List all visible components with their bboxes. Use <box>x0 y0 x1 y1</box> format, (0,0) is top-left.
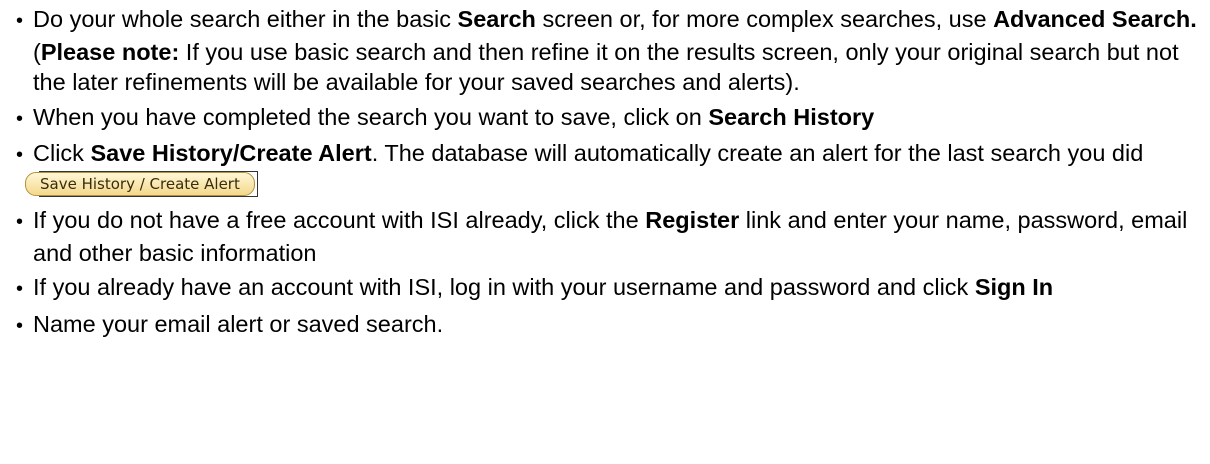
instruction-list: Do your whole search either in the basic… <box>0 4 1205 345</box>
item-text: Do your whole search either in the basic <box>33 6 458 32</box>
item-text: When you have completed the search you w… <box>33 103 709 130</box>
bold-text: Sign In <box>974 274 1054 300</box>
instructions-document: Do your whole search either in the basic… <box>0 0 1210 464</box>
item-text: Name your email alert or saved search. <box>33 310 444 337</box>
save-history-create-alert-label: Save History / Create Alert <box>25 172 255 197</box>
list-item: Name your email alert or saved search. <box>0 309 1205 342</box>
bold-text: Register <box>645 207 740 233</box>
item-text: . The database will automatically create… <box>371 140 1144 166</box>
list-item: When you have completed the search you w… <box>0 102 1205 135</box>
bold-text: Advanced Search. <box>993 6 1197 32</box>
item-text: If you do not have a free account with I… <box>33 207 646 233</box>
bullet-icon <box>16 205 33 238</box>
list-item: Do your whole search either in the basic… <box>0 4 1205 98</box>
save-history-create-alert-button[interactable]: Save History / Create Alert <box>25 171 258 198</box>
item-text: ( <box>33 38 41 65</box>
item-text: If you use basic search and then refine … <box>33 38 1179 96</box>
bullet-icon <box>16 272 33 305</box>
bullet-icon <box>16 309 33 342</box>
item-text: If you already have an account with ISI,… <box>33 274 975 300</box>
bold-text: Please note: <box>40 38 180 65</box>
bold-text: Search History <box>708 103 875 130</box>
list-item: If you do not have a free account with I… <box>0 205 1205 268</box>
bold-text: Save History/Create Alert <box>90 140 372 166</box>
list-item: Click Save History/Create Alert. The dat… <box>0 138 1205 201</box>
bullet-icon <box>16 4 33 37</box>
bullet-icon <box>16 102 33 135</box>
list-item: If you already have an account with ISI,… <box>0 272 1205 305</box>
bullet-icon <box>16 138 33 171</box>
item-text: screen or, for more complex searches, us… <box>535 6 994 32</box>
item-text: Click <box>33 140 91 166</box>
bold-text: Search <box>457 6 536 32</box>
